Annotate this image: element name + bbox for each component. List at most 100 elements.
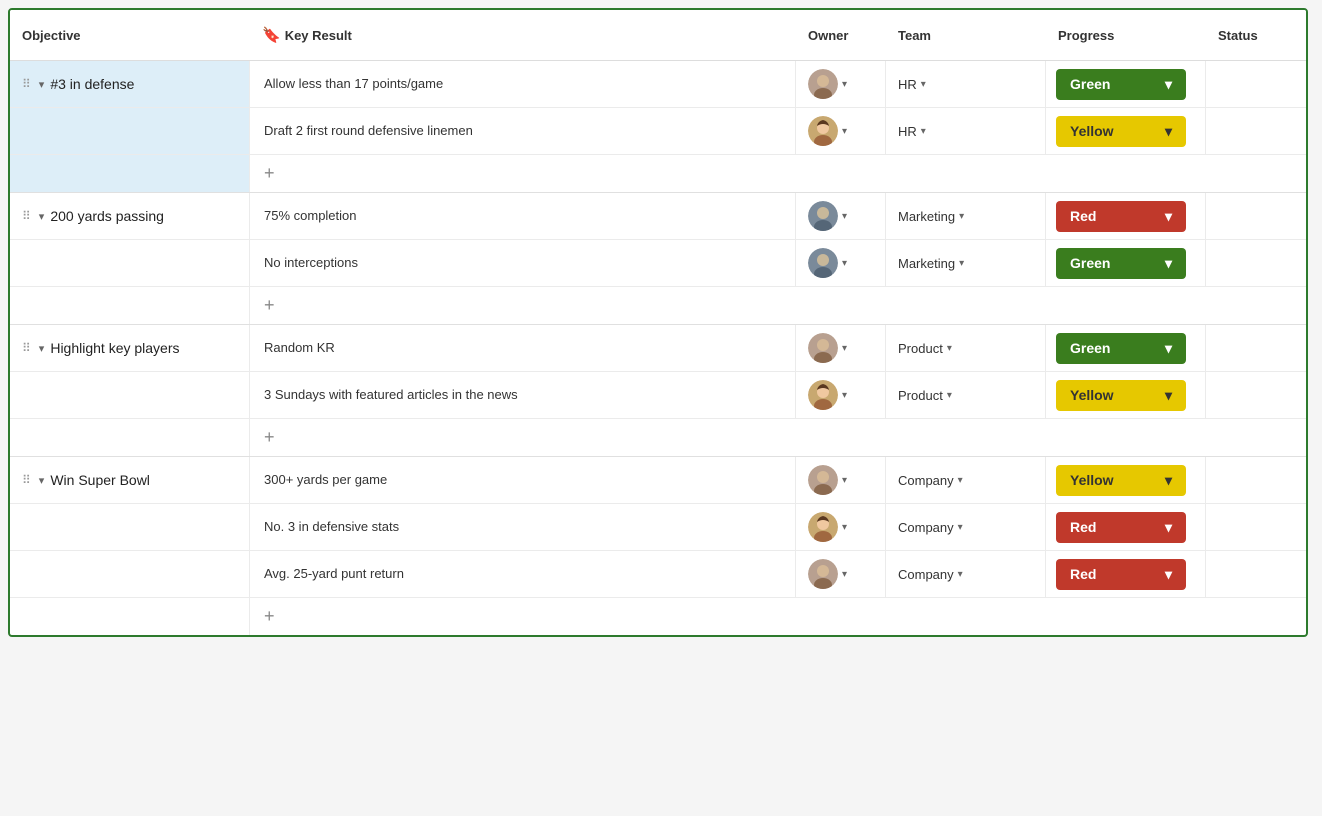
team-cell[interactable]: Product ▾ [886,372,1046,418]
progress-dropdown-arrow[interactable]: ▾ [1165,255,1172,272]
team-dropdown-arrow[interactable]: ▾ [959,258,964,269]
team-dropdown-arrow[interactable]: ▾ [958,569,963,580]
team-cell[interactable]: HR ▾ [886,108,1046,154]
progress-label: Yellow [1070,387,1114,403]
owner-dropdown-arrow[interactable]: ▾ [842,475,847,486]
team-cell[interactable]: Company ▾ [886,457,1046,503]
owner-dropdown-arrow[interactable]: ▾ [842,211,847,222]
owner-dropdown-arrow[interactable]: ▾ [842,569,847,580]
add-row-obj-empty [10,598,250,635]
team-dropdown-arrow[interactable]: ▾ [921,126,926,137]
team-name: Product [898,388,943,403]
add-key-result-button[interactable]: + [250,287,796,324]
table-header: Objective 🔖 Key Result Owner Team Progre… [10,10,1306,61]
progress-label: Yellow [1070,123,1114,139]
team-name: HR [898,77,917,92]
status-cell [1206,325,1306,371]
progress-badge[interactable]: Green ▾ [1056,248,1186,279]
avatar [808,465,838,495]
status-header: Status [1206,20,1306,50]
team-name: Company [898,520,954,535]
owner-cell[interactable]: ▾ [796,504,886,550]
add-row-owner-empty [796,419,886,456]
owner-cell[interactable]: ▾ [796,240,886,286]
progress-dropdown-arrow[interactable]: ▾ [1165,123,1172,140]
progress-dropdown-arrow[interactable]: ▾ [1165,566,1172,583]
add-row-progress-empty [1046,419,1206,456]
owner-dropdown-arrow[interactable]: ▾ [842,343,847,354]
owner-cell[interactable]: ▾ [796,457,886,503]
chevron-icon[interactable]: ▾ [39,78,45,91]
progress-cell: Yellow ▾ [1046,372,1206,418]
table-row: ⠿ ▾ Highlight key players Random KR ▾ Pr… [10,325,1306,371]
progress-cell: Green ▾ [1046,240,1206,286]
add-key-result-button[interactable]: + [250,155,796,192]
objective-name-2[interactable]: ⠿ ▾ Highlight key players [10,325,250,371]
team-cell[interactable]: Company ▾ [886,551,1046,597]
table-row: No. 3 in defensive stats ▾ Company ▾ Red… [10,503,1306,550]
team-cell[interactable]: Product ▾ [886,325,1046,371]
objective-group-0: ⠿ ▾ #3 in defense Allow less than 17 poi… [10,61,1306,193]
team-dropdown-arrow[interactable]: ▾ [958,522,963,533]
avatar [808,559,838,589]
okr-table: Objective 🔖 Key Result Owner Team Progre… [8,8,1308,637]
drag-icon: ⠿ [22,209,31,223]
progress-label: Red [1070,208,1096,224]
add-row-owner-empty [796,155,886,192]
objective-name-0[interactable]: ⠿ ▾ #3 in defense [10,61,250,107]
progress-badge[interactable]: Red ▾ [1056,201,1186,232]
owner-cell[interactable]: ▾ [796,61,886,107]
objective-name-3[interactable]: ⠿ ▾ Win Super Bowl [10,457,250,503]
bookmark-icon: 🔖 [262,26,281,44]
progress-badge[interactable]: Yellow ▾ [1056,116,1186,147]
progress-dropdown-arrow[interactable]: ▾ [1165,76,1172,93]
avatar [808,201,838,231]
progress-dropdown-arrow[interactable]: ▾ [1165,340,1172,357]
objective-name-1[interactable]: ⠿ ▾ 200 yards passing [10,193,250,239]
add-kr-row: + [10,418,1306,456]
team-cell[interactable]: HR ▾ [886,61,1046,107]
owner-dropdown-arrow[interactable]: ▾ [842,258,847,269]
progress-dropdown-arrow[interactable]: ▾ [1165,472,1172,489]
chevron-icon[interactable]: ▾ [39,474,45,487]
progress-badge[interactable]: Red ▾ [1056,559,1186,590]
progress-badge[interactable]: Red ▾ [1056,512,1186,543]
owner-dropdown-arrow[interactable]: ▾ [842,522,847,533]
add-key-result-button[interactable]: + [250,419,796,456]
owner-dropdown-arrow[interactable]: ▾ [842,79,847,90]
add-row-obj-empty [10,419,250,456]
add-key-result-button[interactable]: + [250,598,796,635]
objective-title: 200 yards passing [50,208,164,224]
progress-dropdown-arrow[interactable]: ▾ [1165,519,1172,536]
owner-cell[interactable]: ▾ [796,551,886,597]
team-dropdown-arrow[interactable]: ▾ [947,390,952,401]
team-cell[interactable]: Marketing ▾ [886,240,1046,286]
progress-dropdown-arrow[interactable]: ▾ [1165,208,1172,225]
progress-badge[interactable]: Yellow ▾ [1056,465,1186,496]
progress-badge[interactable]: Yellow ▾ [1056,380,1186,411]
team-dropdown-arrow[interactable]: ▾ [959,211,964,222]
owner-cell[interactable]: ▾ [796,108,886,154]
progress-badge[interactable]: Green ▾ [1056,333,1186,364]
progress-dropdown-arrow[interactable]: ▾ [1165,387,1172,404]
team-dropdown-arrow[interactable]: ▾ [947,343,952,354]
chevron-icon[interactable]: ▾ [39,342,45,355]
team-cell[interactable]: Company ▾ [886,504,1046,550]
key-result-header: 🔖 Key Result [250,20,796,50]
owner-cell[interactable]: ▾ [796,325,886,371]
owner-header: Owner [796,20,886,50]
progress-badge[interactable]: Green ▾ [1056,69,1186,100]
team-cell[interactable]: Marketing ▾ [886,193,1046,239]
team-dropdown-arrow[interactable]: ▾ [958,475,963,486]
add-row-status-empty [1206,598,1306,635]
objective-group-3: ⠿ ▾ Win Super Bowl 300+ yards per game ▾… [10,457,1306,635]
key-result-text: Random KR [250,325,796,371]
team-dropdown-arrow[interactable]: ▾ [921,79,926,90]
chevron-icon[interactable]: ▾ [39,210,45,223]
owner-dropdown-arrow[interactable]: ▾ [842,390,847,401]
table-row: ⠿ ▾ #3 in defense Allow less than 17 poi… [10,61,1306,107]
key-result-text: Avg. 25-yard punt return [250,551,796,597]
owner-cell[interactable]: ▾ [796,193,886,239]
owner-dropdown-arrow[interactable]: ▾ [842,126,847,137]
owner-cell[interactable]: ▾ [796,372,886,418]
